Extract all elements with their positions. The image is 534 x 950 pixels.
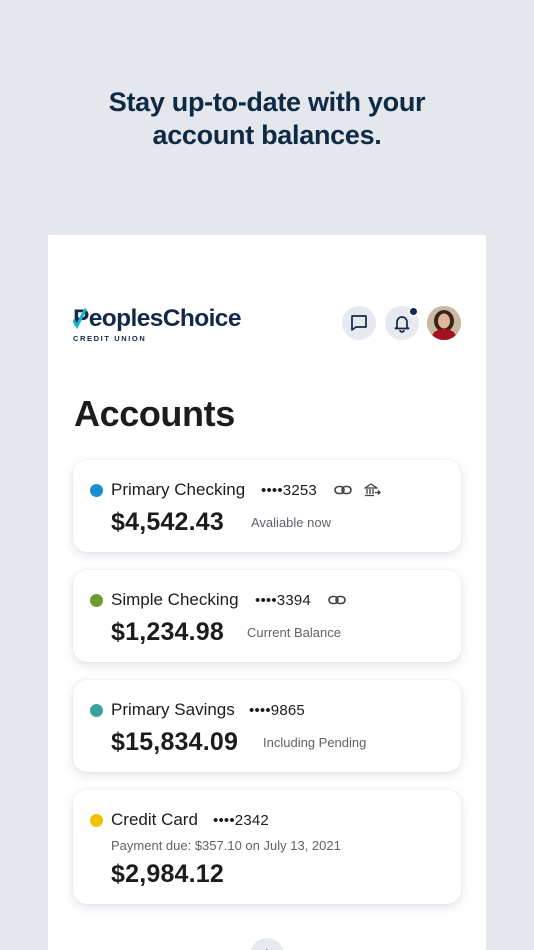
- account-card-credit-card[interactable]: Credit Card ••••2342 Payment due: $357.1…: [73, 790, 461, 904]
- add-account-button[interactable]: +: [250, 938, 284, 950]
- bank-transfer-icon: [364, 483, 381, 497]
- marketing-headline: Stay up-to-date with your account balanc…: [0, 86, 534, 152]
- messages-button[interactable]: [342, 306, 376, 340]
- payment-due-text: Payment due: $357.10 on July 13, 2021: [111, 838, 341, 853]
- account-balance: $1,234.98: [111, 618, 225, 646]
- bell-icon: [394, 316, 410, 333]
- notifications-button[interactable]: [385, 306, 419, 340]
- account-color-dot: [90, 594, 103, 607]
- account-number: ••••3253: [261, 482, 317, 499]
- headline-line-1: Stay up-to-date with your: [108, 87, 426, 117]
- account-number: ••••2342: [213, 812, 269, 829]
- account-name: Primary Savings: [111, 700, 235, 719]
- notification-badge: [409, 307, 418, 316]
- balance-note: Avaliable now: [251, 515, 331, 530]
- account-number: ••••3394: [255, 592, 311, 609]
- phone-screen: PeoplesChoice CREDIT UNION Accounts Prim…: [48, 235, 486, 950]
- avatar-photo: [427, 306, 461, 340]
- account-number: ••••9865: [249, 702, 305, 719]
- page-title: Accounts: [74, 393, 235, 434]
- link-icon: [328, 595, 346, 605]
- peopleschoice-logo: PeoplesChoice CREDIT UNION: [73, 305, 248, 345]
- logo-check-mark-icon: [73, 308, 87, 329]
- account-color-dot: [90, 814, 103, 827]
- account-name: Credit Card: [111, 810, 198, 829]
- account-card-primary-savings[interactable]: Primary Savings ••••9865 $15,834.09 Incl…: [73, 680, 461, 772]
- account-card-primary-checking[interactable]: Primary Checking ••••3253 $4,542.43 Aval…: [73, 460, 461, 552]
- account-balance: $15,834.09: [111, 728, 239, 756]
- account-color-dot: [90, 704, 103, 717]
- balance-note: Current Balance: [247, 625, 341, 640]
- account-name: Simple Checking: [111, 590, 239, 609]
- logo-subtitle: CREDIT UNION: [73, 334, 147, 343]
- plus-icon: +: [262, 944, 273, 950]
- balance-note: Including Pending: [263, 735, 367, 750]
- headline-line-2: account balances.: [152, 120, 382, 150]
- account-balance: $2,984.12: [111, 860, 225, 888]
- account-card-simple-checking[interactable]: Simple Checking ••••3394 $1,234.98 Curre…: [73, 570, 461, 662]
- link-icon: [334, 485, 352, 495]
- chat-bubble-icon: [351, 315, 367, 331]
- account-name: Primary Checking: [111, 480, 246, 499]
- account-balance: $4,542.43: [111, 508, 225, 536]
- account-color-dot: [90, 484, 103, 497]
- logo-wordmark: PeoplesChoice: [73, 305, 241, 332]
- user-avatar[interactable]: [427, 306, 461, 340]
